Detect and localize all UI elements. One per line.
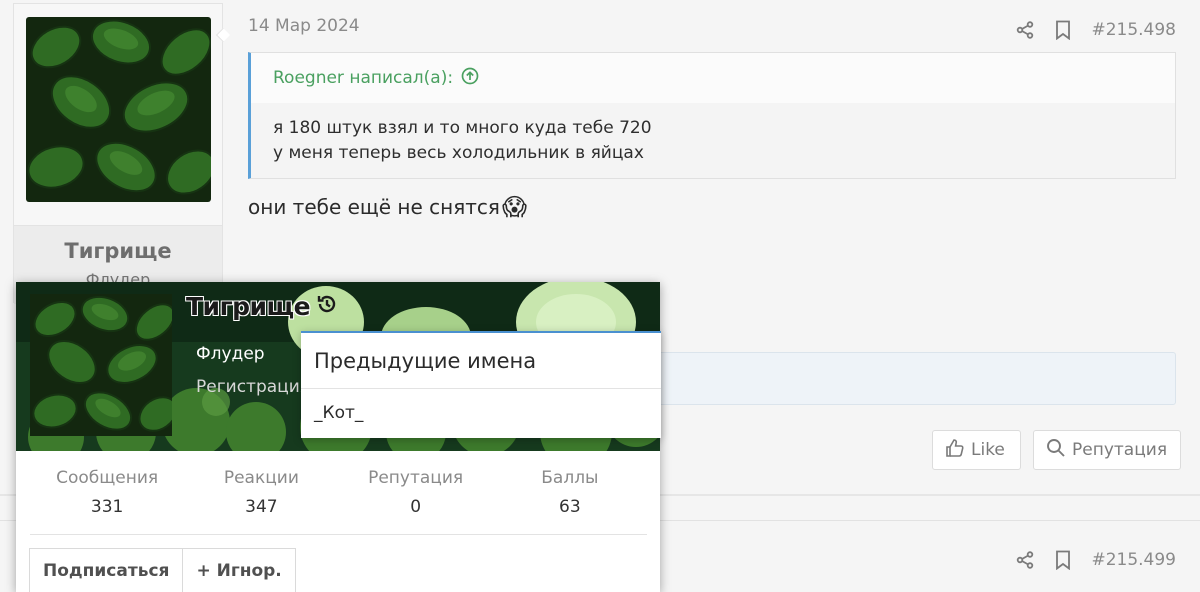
avatar[interactable] xyxy=(26,17,211,202)
message-text: они тебе ещё не снятся xyxy=(248,195,500,219)
member-stats: Сообщения 331 Реакции 347 Репутация 0 Ба… xyxy=(30,467,647,535)
arrow-up-circle-icon[interactable] xyxy=(461,67,479,90)
previous-name-item: _Кот_ xyxy=(314,403,364,423)
quote-block: Roegner написал(а): я 180 штук взял и то… xyxy=(248,52,1176,179)
stat-value: 63 xyxy=(559,497,581,517)
reactions-bar xyxy=(640,352,1176,405)
reputation-label: Репутация xyxy=(1072,440,1168,460)
card-role: Флудер xyxy=(196,344,265,364)
post-date[interactable]: 14 Мар 2024 xyxy=(248,16,360,36)
card-actions: Подписаться + Игнор. xyxy=(29,548,296,592)
stat-reputation[interactable]: Репутация 0 xyxy=(339,467,493,534)
bookmark-icon[interactable] xyxy=(1053,549,1073,571)
card-username-text[interactable]: Тигрище xyxy=(186,292,311,321)
quote-body: я 180 штук взял и то много куда тебе 720… xyxy=(251,103,1175,179)
reputation-button[interactable]: Репутация xyxy=(1033,430,1181,470)
stat-label: Сообщения xyxy=(56,468,159,488)
stat-points[interactable]: Баллы 63 xyxy=(493,467,647,534)
quote-author[interactable]: Roegner написал(а): xyxy=(273,68,453,88)
search-icon xyxy=(1046,438,1066,463)
stat-value: 331 xyxy=(90,497,124,517)
stat-value: 347 xyxy=(245,497,278,517)
like-button[interactable]: Like xyxy=(932,430,1021,470)
quote-header[interactable]: Roegner написал(а): xyxy=(251,53,1175,103)
ignore-button[interactable]: + Игнор. xyxy=(183,548,296,592)
stat-value: 0 xyxy=(410,497,422,517)
quote-line: я 180 штук взял и то много куда тебе 720 xyxy=(273,118,652,138)
stat-label: Баллы xyxy=(541,468,599,488)
like-label: Like xyxy=(971,440,1005,460)
share-icon[interactable] xyxy=(1015,549,1035,571)
user-sidebar: Тигрище Флудер xyxy=(13,3,223,304)
follow-button[interactable]: Подписаться xyxy=(29,548,184,592)
post-actions: #215.498 xyxy=(1015,19,1176,41)
post-number[interactable]: #215.498 xyxy=(1091,20,1176,40)
quote-line: у меня теперь весь холодильник в яйцах xyxy=(273,143,644,163)
scream-emoji: 😱 xyxy=(501,193,527,221)
stat-label: Реакции xyxy=(223,468,299,488)
card-registration: Регистрация xyxy=(196,377,310,397)
stat-reactions[interactable]: Реакции 347 xyxy=(184,467,338,534)
stat-messages[interactable]: Сообщения 331 xyxy=(30,467,184,534)
card-username[interactable]: Тигрище xyxy=(186,292,338,321)
post-message: они тебе ещё не снятся 😱 xyxy=(248,193,527,221)
bookmark-icon[interactable] xyxy=(1053,19,1073,41)
popup-title: Предыдущие имена xyxy=(301,333,661,389)
post-number[interactable]: #215.499 xyxy=(1091,550,1176,570)
post-actions: #215.499 xyxy=(1015,549,1176,571)
user-name[interactable]: Тигрище xyxy=(14,239,222,263)
history-icon[interactable] xyxy=(316,292,338,321)
card-avatar[interactable] xyxy=(30,294,172,436)
thumbs-up-icon xyxy=(945,438,965,463)
previous-names-popup: Предыдущие имена _Кот_ xyxy=(301,331,661,438)
share-icon[interactable] xyxy=(1015,19,1035,41)
stat-label: Репутация xyxy=(368,468,464,488)
